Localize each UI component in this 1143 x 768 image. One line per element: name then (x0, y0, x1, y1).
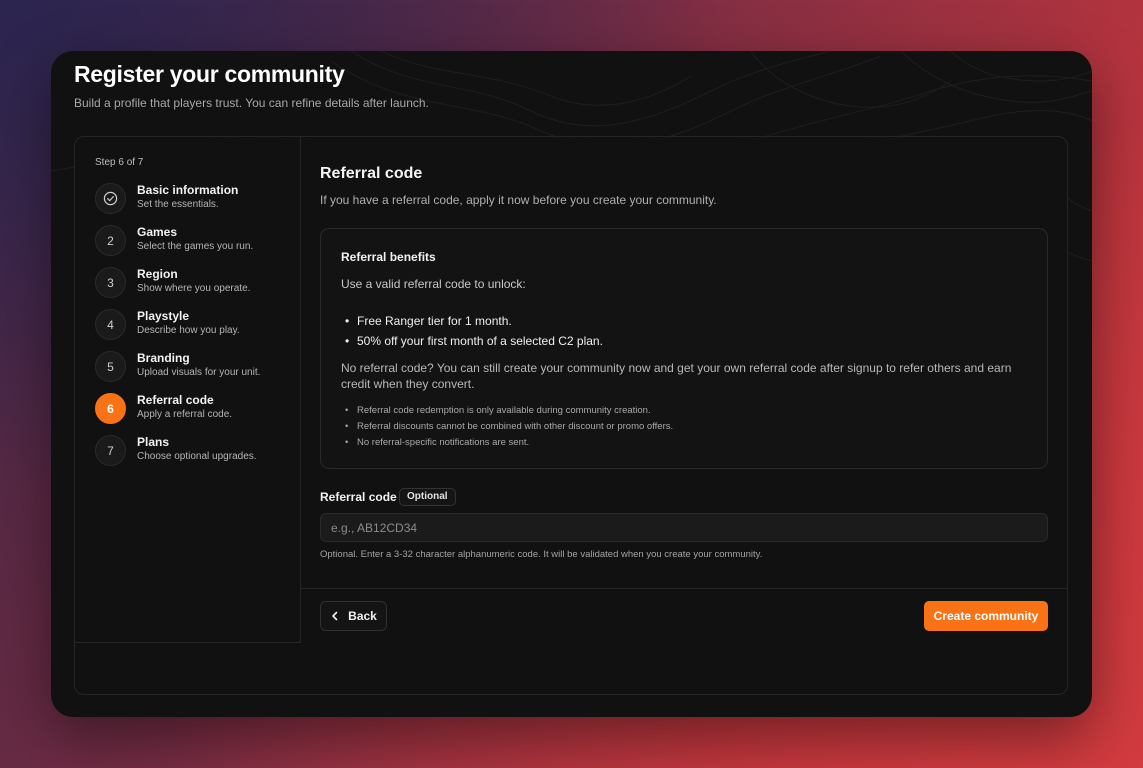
referral-code-input[interactable] (320, 513, 1048, 542)
optional-badge: Optional (399, 488, 456, 506)
step-plans[interactable]: 7 Plans Choose optional upgrades. (95, 434, 295, 468)
benefit-list: Free Ranger tier for 1 month. 50% off yo… (345, 312, 603, 351)
list-item: Referral code redemption is only availab… (345, 403, 673, 419)
referral-benefits-card: Referral benefits Use a valid referral c… (320, 228, 1048, 469)
chevron-left-icon (332, 611, 338, 621)
step-number: 7 (95, 435, 126, 466)
back-button-label: Back (348, 609, 377, 623)
step-referral-code[interactable]: 6 Referral code Apply a referral code. (95, 392, 295, 426)
benefits-note: No referral code? You can still create y… (341, 361, 1012, 391)
list-item: No referral-specific notifications are s… (345, 435, 673, 451)
step-branding[interactable]: 5 Branding Upload visuals for your unit. (95, 350, 295, 384)
step-description: Apply a referral code. (137, 409, 233, 420)
section-title: Referral code (320, 165, 423, 182)
step-title: Plans (137, 435, 170, 449)
step-number: 5 (95, 351, 126, 382)
step-number-active: 6 (95, 393, 126, 424)
step-counter: Step 6 of 7 (95, 157, 144, 168)
list-item: Referral discounts cannot be combined wi… (345, 419, 673, 435)
create-community-button[interactable]: Create community (924, 601, 1048, 631)
step-number: 4 (95, 309, 126, 340)
fine-print-list: Referral code redemption is only availab… (345, 403, 673, 451)
steps-sidebar: Step 6 of 7 Basic information Set the es… (75, 137, 301, 643)
footer-divider (301, 588, 1067, 589)
step-playstyle[interactable]: 4 Playstyle Describe how you play. (95, 308, 295, 342)
helper-text: Optional. Enter a 3-32 character alphanu… (320, 549, 763, 560)
back-button[interactable]: Back (320, 601, 387, 631)
benefits-intro: Use a valid referral code to unlock: (341, 277, 526, 291)
step-title: Games (137, 225, 178, 239)
page-title: Register your community (74, 61, 345, 87)
step-title: Branding (137, 351, 190, 365)
step-region[interactable]: 3 Region Show where you operate. (95, 266, 295, 300)
list-item: 50% off your first month of a selected C… (345, 332, 603, 352)
step-description: Describe how you play. (137, 325, 240, 336)
step-title: Referral code (137, 393, 214, 407)
step-description: Set the essentials. (137, 199, 219, 210)
step-title: Playstyle (137, 309, 190, 323)
step-description: Upload visuals for your unit. (137, 367, 261, 378)
step-description: Choose optional upgrades. (137, 451, 257, 462)
register-window: Register your community Build a profile … (51, 51, 1092, 717)
step-title: Region (137, 267, 178, 281)
benefits-title: Referral benefits (341, 250, 436, 264)
referral-code-label: Referral code (320, 490, 397, 504)
step-number: 3 (95, 267, 126, 298)
list-item: Free Ranger tier for 1 month. (345, 312, 603, 332)
check-circle-icon (95, 183, 126, 214)
step-number: 2 (95, 225, 126, 256)
page-subtitle: Build a profile that players trust. You … (74, 96, 429, 110)
step-games[interactable]: 2 Games Select the games you run. (95, 224, 295, 258)
step-description: Select the games you run. (137, 241, 254, 252)
step-basic-information[interactable]: Basic information Set the essentials. (95, 182, 295, 216)
section-description: If you have a referral code, apply it no… (320, 193, 717, 207)
wizard-panel: Step 6 of 7 Basic information Set the es… (74, 136, 1068, 695)
step-description: Show where you operate. (137, 283, 251, 294)
step-title: Basic information (137, 183, 239, 197)
